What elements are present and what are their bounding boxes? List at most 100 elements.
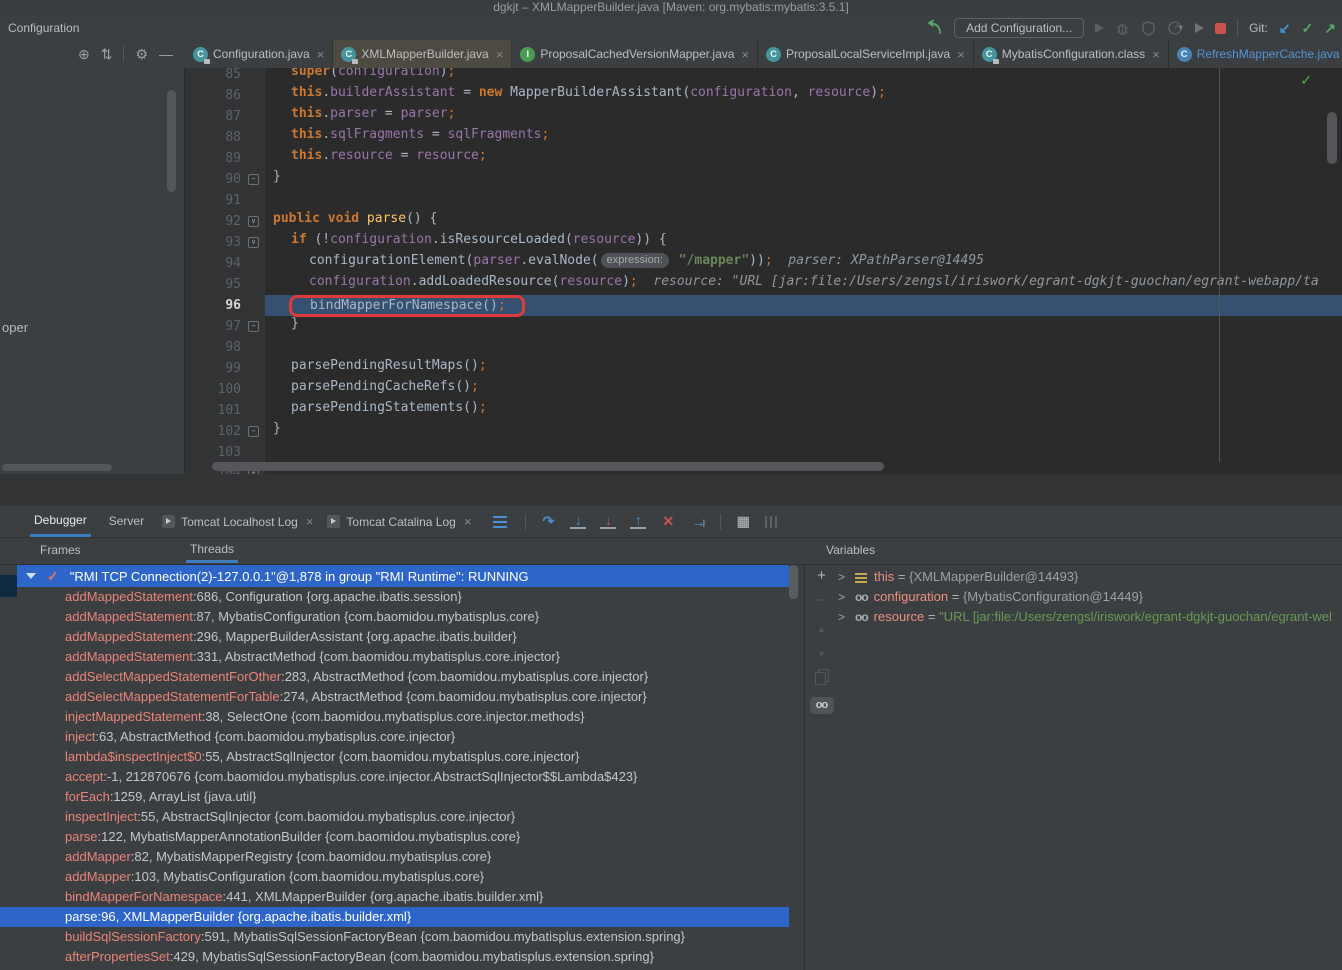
- fold-close-icon[interactable]: −: [248, 426, 259, 437]
- move-up-icon[interactable]: ▲: [817, 621, 826, 637]
- gutter-line[interactable]: 102−: [185, 421, 264, 442]
- add-configuration-button[interactable]: Add Configuration...: [954, 18, 1084, 38]
- frame-row[interactable]: bindMapperForNamespace:441, XMLMapperBui…: [0, 887, 789, 907]
- stop-icon[interactable]: [1215, 23, 1226, 34]
- git-update-icon[interactable]: ↙: [1279, 20, 1291, 37]
- gutter-line[interactable]: 90−: [185, 169, 264, 190]
- editor-tab[interactable]: CXMLMapperBuilder.java×: [333, 40, 512, 68]
- gutter-line[interactable]: 88: [185, 127, 264, 148]
- load-changes-icon[interactable]: [925, 19, 943, 37]
- gutter-line[interactable]: 87: [185, 106, 264, 127]
- step-over-icon[interactable]: ↷: [540, 513, 556, 530]
- locate-icon[interactable]: ⊕: [78, 46, 90, 63]
- gutter-line[interactable]: 85: [185, 68, 264, 85]
- git-push-icon[interactable]: ↗: [1324, 20, 1336, 37]
- fold-close-icon[interactable]: −: [248, 174, 259, 185]
- frame-row[interactable]: addSelectMappedStatementForOther:283, Ab…: [0, 667, 789, 687]
- editor-gutter[interactable]: 858687888990−9192∨93∨94959697−9899100101…: [185, 68, 265, 474]
- show-watches-icon[interactable]: oo: [810, 697, 834, 714]
- editor-tab[interactable]: CProposalLocalServiceImpl.java×: [758, 40, 974, 68]
- gutter-line[interactable]: 86: [185, 85, 264, 106]
- tab-frames[interactable]: Frames: [36, 538, 85, 563]
- gutter-line[interactable]: 99: [185, 358, 264, 379]
- thread-selector[interactable]: ✓ "RMI TCP Connection(2)-127.0.0.1"@1,87…: [17, 565, 789, 587]
- frame-row[interactable]: afterPropertiesSet:429, MybatisSqlSessio…: [0, 947, 789, 967]
- variable-row[interactable]: >ooconfiguration = {MybatisConfiguration…: [838, 587, 1342, 607]
- inspection-ok-icon[interactable]: ✓: [1300, 72, 1312, 89]
- tab-tomcat-catalina-log[interactable]: Tomcat Catalina Log ×: [327, 514, 471, 529]
- frame-row[interactable]: inspectInject:55, AbstractSqlInjector {c…: [0, 807, 789, 827]
- gutter-line[interactable]: 96: [185, 295, 264, 316]
- frame-row[interactable]: accept:-1, 212870676 {com.baomidou.mybat…: [0, 767, 789, 787]
- gutter-line[interactable]: 100: [185, 379, 264, 400]
- editor-vscrollbar[interactable]: [1327, 112, 1337, 164]
- git-commit-icon[interactable]: ✓: [1302, 20, 1314, 37]
- close-icon[interactable]: ×: [1152, 47, 1160, 62]
- settings-gear-icon[interactable]: ⚙: [135, 46, 148, 63]
- tree-item-partial[interactable]: oper: [2, 320, 28, 335]
- left-panel-hscrollbar[interactable]: [2, 464, 112, 471]
- editor-tab[interactable]: CMybatisConfiguration.class×: [974, 40, 1169, 68]
- close-icon[interactable]: ×: [957, 47, 965, 62]
- frame-row[interactable]: addMapper:103, MybatisConfiguration {com…: [0, 867, 789, 887]
- resume-program-icon[interactable]: [1195, 23, 1204, 33]
- editor-tab[interactable]: IProposalCachedVersionMapper.java×: [512, 40, 758, 68]
- hide-panel-icon[interactable]: —: [159, 46, 173, 62]
- frame-row[interactable]: parse:122, MybatisMapperAnnotationBuilde…: [0, 827, 789, 847]
- layout-settings-icon[interactable]: [765, 516, 777, 528]
- close-icon[interactable]: ×: [464, 514, 472, 529]
- gutter-line[interactable]: 93∨: [185, 232, 264, 253]
- frame-row[interactable]: addMappedStatement:331, AbstractMethod {…: [0, 647, 789, 667]
- frame-row[interactable]: addSelectMappedStatementForTable:274, Ab…: [0, 687, 789, 707]
- remove-watch-icon[interactable]: −: [817, 593, 826, 609]
- gutter-line[interactable]: 89: [185, 148, 264, 169]
- gutter-line[interactable]: 95: [185, 274, 264, 295]
- menu-hamburger-icon[interactable]: [493, 516, 507, 518]
- editor-tab[interactable]: CRefreshMapperCache.java×: [1169, 40, 1342, 68]
- code-editor[interactable]: 858687888990−9192∨93∨94959697−9899100101…: [185, 68, 1342, 474]
- collapse-all-icon[interactable]: ⇅: [101, 46, 113, 63]
- fold-open-icon[interactable]: ∨: [248, 237, 259, 248]
- chevron-right-icon[interactable]: >: [838, 587, 846, 607]
- frames-vscrollbar[interactable]: [789, 565, 798, 599]
- gutter-line[interactable]: 91: [185, 190, 264, 211]
- frame-row[interactable]: addMappedStatement:686, Configuration {o…: [0, 587, 789, 607]
- frame-row[interactable]: addMapper:82, MybatisMapperRegistry {com…: [0, 847, 789, 867]
- coverage-icon[interactable]: [1141, 21, 1156, 36]
- frame-row[interactable]: parse:96, XMLMapperBuilder {org.apache.i…: [0, 907, 789, 927]
- tab-server[interactable]: Server: [105, 506, 148, 537]
- gutter-line[interactable]: 101: [185, 400, 264, 421]
- frame-row[interactable]: addMappedStatement:87, MybatisConfigurat…: [0, 607, 789, 627]
- chevron-down-icon[interactable]: [26, 573, 36, 579]
- gutter-line[interactable]: 97−: [185, 316, 264, 337]
- close-icon[interactable]: ×: [306, 514, 314, 529]
- editor-code-area[interactable]: super(configuration);this.builderAssista…: [265, 68, 1342, 474]
- editor-hscrollbar[interactable]: [212, 462, 884, 471]
- frame-row[interactable]: inject:63, AbstractMethod {com.baomidou.…: [0, 727, 789, 747]
- debug-icon[interactable]: [1115, 21, 1130, 36]
- frame-row[interactable]: forEach:1259, ArrayList {java.util}: [0, 787, 789, 807]
- close-icon[interactable]: ×: [741, 47, 749, 62]
- move-down-icon[interactable]: ▼: [817, 646, 826, 662]
- frame-row[interactable]: lambda$inspectInject$0:55, AbstractSqlIn…: [0, 747, 789, 767]
- profiler-icon[interactable]: ▼: [1167, 20, 1184, 36]
- tab-debugger[interactable]: Debugger: [30, 506, 91, 537]
- run-to-cursor-icon[interactable]: →I: [690, 514, 706, 530]
- frame-row[interactable]: buildSqlSessionFactory:591, MybatisSqlSe…: [0, 927, 789, 947]
- fold-close-icon[interactable]: −: [248, 321, 259, 332]
- force-step-into-icon[interactable]: ↓: [600, 514, 616, 529]
- step-out-icon[interactable]: ↑: [630, 514, 646, 529]
- splitter[interactable]: [0, 474, 1342, 507]
- variable-row[interactable]: >this = {XMLMapperBuilder@14493}: [838, 567, 1342, 587]
- frame-row[interactable]: injectMappedStatement:38, SelectOne {com…: [0, 707, 789, 727]
- evaluate-table-icon[interactable]: ▦: [735, 513, 751, 530]
- duplicate-icon[interactable]: [815, 672, 826, 685]
- step-into-icon[interactable]: ↓: [570, 514, 586, 529]
- editor-tab[interactable]: CConfiguration.java×: [185, 40, 333, 68]
- frame-row[interactable]: addMappedStatement:296, MapperBuilderAss…: [0, 627, 789, 647]
- variable-row[interactable]: >ooresource = "URL [jar:file:/Users/zeng…: [838, 607, 1342, 627]
- fold-open-icon[interactable]: ∨: [248, 216, 259, 227]
- left-panel-vscrollbar[interactable]: [167, 90, 176, 192]
- tab-threads[interactable]: Threads: [186, 538, 238, 563]
- run-icon[interactable]: [1095, 23, 1104, 33]
